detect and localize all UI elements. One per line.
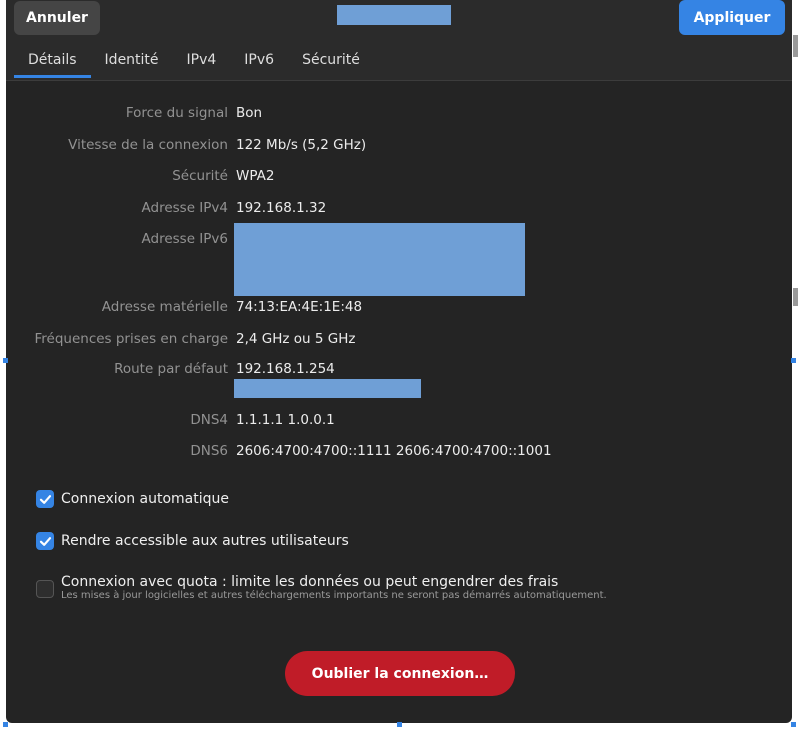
detail-row-supported-frequencies: Fréquences prises en charge 2,4 GHz ou 5…	[6, 329, 792, 349]
detail-value: 1.1.1.1 1.0.0.1	[236, 412, 335, 428]
apply-button[interactable]: Appliquer	[679, 0, 785, 35]
scrollbar-handle[interactable]	[793, 288, 798, 306]
share-label: Rendre accessible aux autres utilisateur…	[61, 533, 349, 549]
selection-handle-right	[791, 358, 796, 363]
detail-label: Force du signal	[125, 105, 228, 121]
dialog-header: Annuler Appliquer Détails Identité IPv4 …	[6, 0, 792, 81]
metered-checkbox[interactable]	[36, 580, 54, 598]
detail-label: Sécurité	[172, 168, 228, 184]
detail-row-security: Sécurité WPA2	[6, 166, 792, 186]
tab-details[interactable]: Détails	[14, 48, 91, 78]
detail-row-ipv4-address: Adresse IPv4 192.168.1.32	[6, 198, 792, 218]
detail-label: Adresse matérielle	[101, 299, 228, 315]
selection-handle-bottom	[397, 722, 402, 727]
forget-connection-button[interactable]: Oublier la connexion…	[285, 651, 515, 696]
detail-row-hardware-address: Adresse matérielle 74:13:EA:4E:1E:48	[6, 297, 792, 317]
detail-label: Route par défaut	[114, 361, 228, 377]
detail-row-signal-strength: Force du signal Bon	[6, 103, 792, 123]
detail-row-dns6: DNS6 2606:4700:4700::1111 2606:4700:4700…	[6, 441, 792, 461]
tab-security[interactable]: Sécurité	[288, 48, 374, 78]
metered-description: Les mises à jour logicielles et autres t…	[61, 590, 607, 601]
detail-row-dns4: DNS4 1.1.1.1 1.0.0.1	[6, 410, 792, 430]
detail-value: 192.168.1.254	[236, 361, 335, 377]
auto-connect-checkbox[interactable]	[36, 490, 54, 508]
detail-label: Fréquences prises en charge	[34, 331, 228, 347]
detail-label: Vitesse de la connexion	[68, 137, 228, 153]
detail-value: 2,4 GHz ou 5 GHz	[236, 331, 356, 347]
selection-handle-left	[3, 358, 8, 363]
checkmark-icon	[39, 494, 51, 504]
detail-value: 2606:4700:4700::1111 2606:4700:4700::100…	[236, 443, 552, 459]
tab-ipv4[interactable]: IPv4	[173, 48, 231, 78]
detail-label: Adresse IPv6	[141, 231, 229, 247]
redacted-ipv6-address	[234, 223, 525, 296]
tab-bar: Détails Identité IPv4 IPv6 Sécurité	[14, 48, 374, 80]
share-option[interactable]: Rendre accessible aux autres utilisateur…	[36, 531, 349, 553]
detail-label: DNS6	[190, 443, 228, 459]
detail-value: WPA2	[236, 168, 275, 184]
selection-handle-bottom-left	[3, 722, 8, 727]
share-checkbox[interactable]	[36, 532, 54, 550]
detail-value: 192.168.1.32	[236, 200, 327, 216]
detail-label: DNS4	[190, 412, 228, 428]
detail-value: 122 Mb/s (5,2 GHz)	[236, 137, 367, 153]
tab-identity[interactable]: Identité	[91, 48, 173, 78]
redacted-network-name	[337, 5, 451, 25]
auto-connect-label: Connexion automatique	[61, 491, 229, 507]
metered-label: Connexion avec quota : limite les donnée…	[61, 574, 559, 590]
tab-ipv6[interactable]: IPv6	[230, 48, 288, 78]
detail-label: Adresse IPv4	[141, 200, 229, 216]
detail-value: 74:13:EA:4E:1E:48	[236, 299, 363, 315]
auto-connect-option[interactable]: Connexion automatique	[36, 489, 229, 511]
checkmark-icon	[39, 536, 51, 546]
redacted-route-address	[234, 379, 421, 398]
selection-handle-bottom-right	[791, 722, 796, 727]
connection-details-dialog: Annuler Appliquer Détails Identité IPv4 …	[6, 0, 792, 723]
metered-option[interactable]: Connexion avec quota : limite les donnée…	[36, 572, 607, 606]
cancel-button[interactable]: Annuler	[14, 1, 100, 35]
detail-row-default-route: Route par défaut 192.168.1.254	[6, 359, 792, 379]
detail-value: Bon	[236, 105, 263, 121]
detail-row-link-speed: Vitesse de la connexion 122 Mb/s (5,2 GH…	[6, 135, 792, 155]
scrollbar-handle-top[interactable]	[793, 35, 798, 57]
